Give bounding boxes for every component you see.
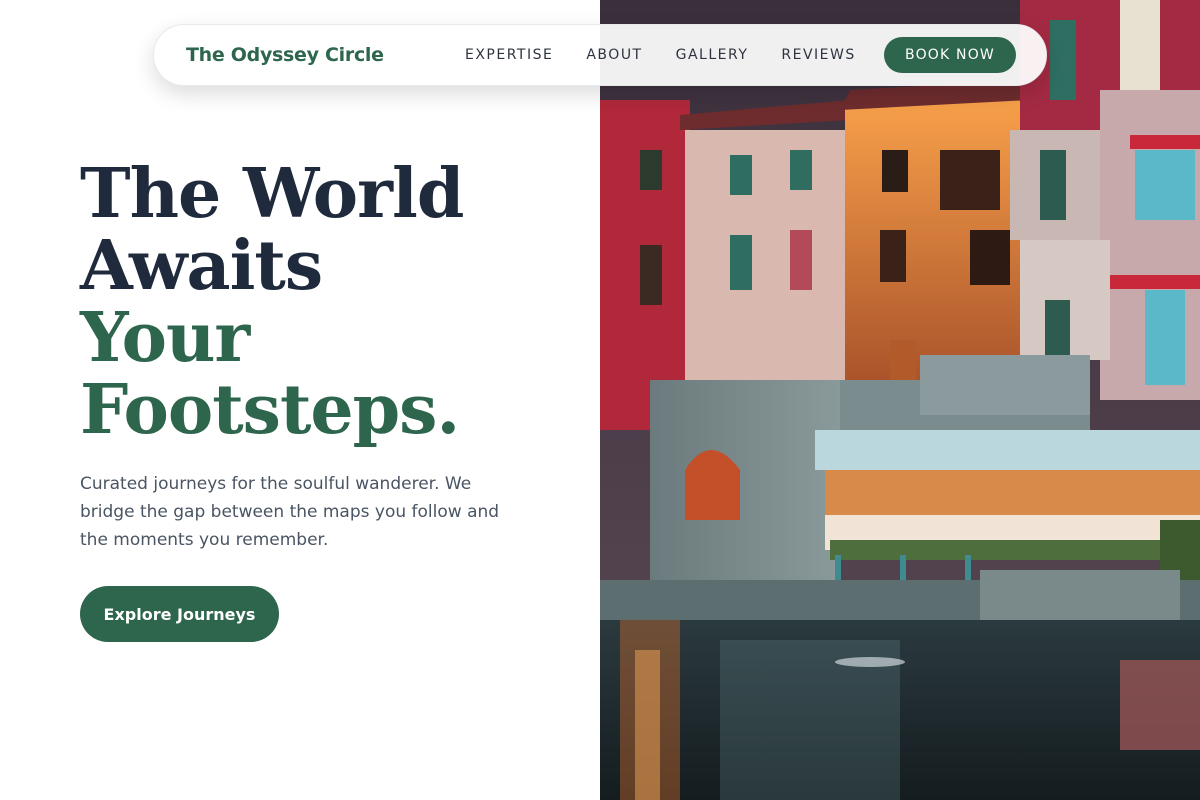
top-navigation: The Odyssey Circle EXPERTISE ABOUT GALLE…	[153, 24, 1047, 86]
explore-journeys-button[interactable]: Explore Journeys	[80, 586, 279, 642]
nav-links: EXPERTISE ABOUT GALLERY REVIEWS	[465, 25, 889, 85]
headline-line-4: Footsteps.	[80, 370, 460, 450]
nav-link-expertise[interactable]: EXPERTISE	[465, 47, 553, 63]
headline-line-2: Awaits	[80, 226, 323, 306]
hero-image	[600, 0, 1200, 800]
headline-line-1: The World	[80, 154, 464, 234]
hero-subtext: Curated journeys for the soulful wandere…	[80, 474, 500, 550]
book-now-button[interactable]: BOOK NOW	[884, 37, 1016, 73]
nav-link-gallery[interactable]: GALLERY	[676, 47, 749, 63]
lakeside-village-illustration	[600, 0, 1200, 800]
nav-link-reviews[interactable]: REVIEWS	[781, 47, 855, 63]
nav-link-about[interactable]: ABOUT	[586, 47, 642, 63]
headline-line-3: Your	[80, 298, 250, 378]
hero-headline: The World Awaits Your Footsteps.	[80, 154, 464, 450]
brand-logo[interactable]: The Odyssey Circle	[186, 44, 384, 66]
hero-left-panel: The World Awaits Your Footsteps. Curated…	[0, 0, 600, 800]
